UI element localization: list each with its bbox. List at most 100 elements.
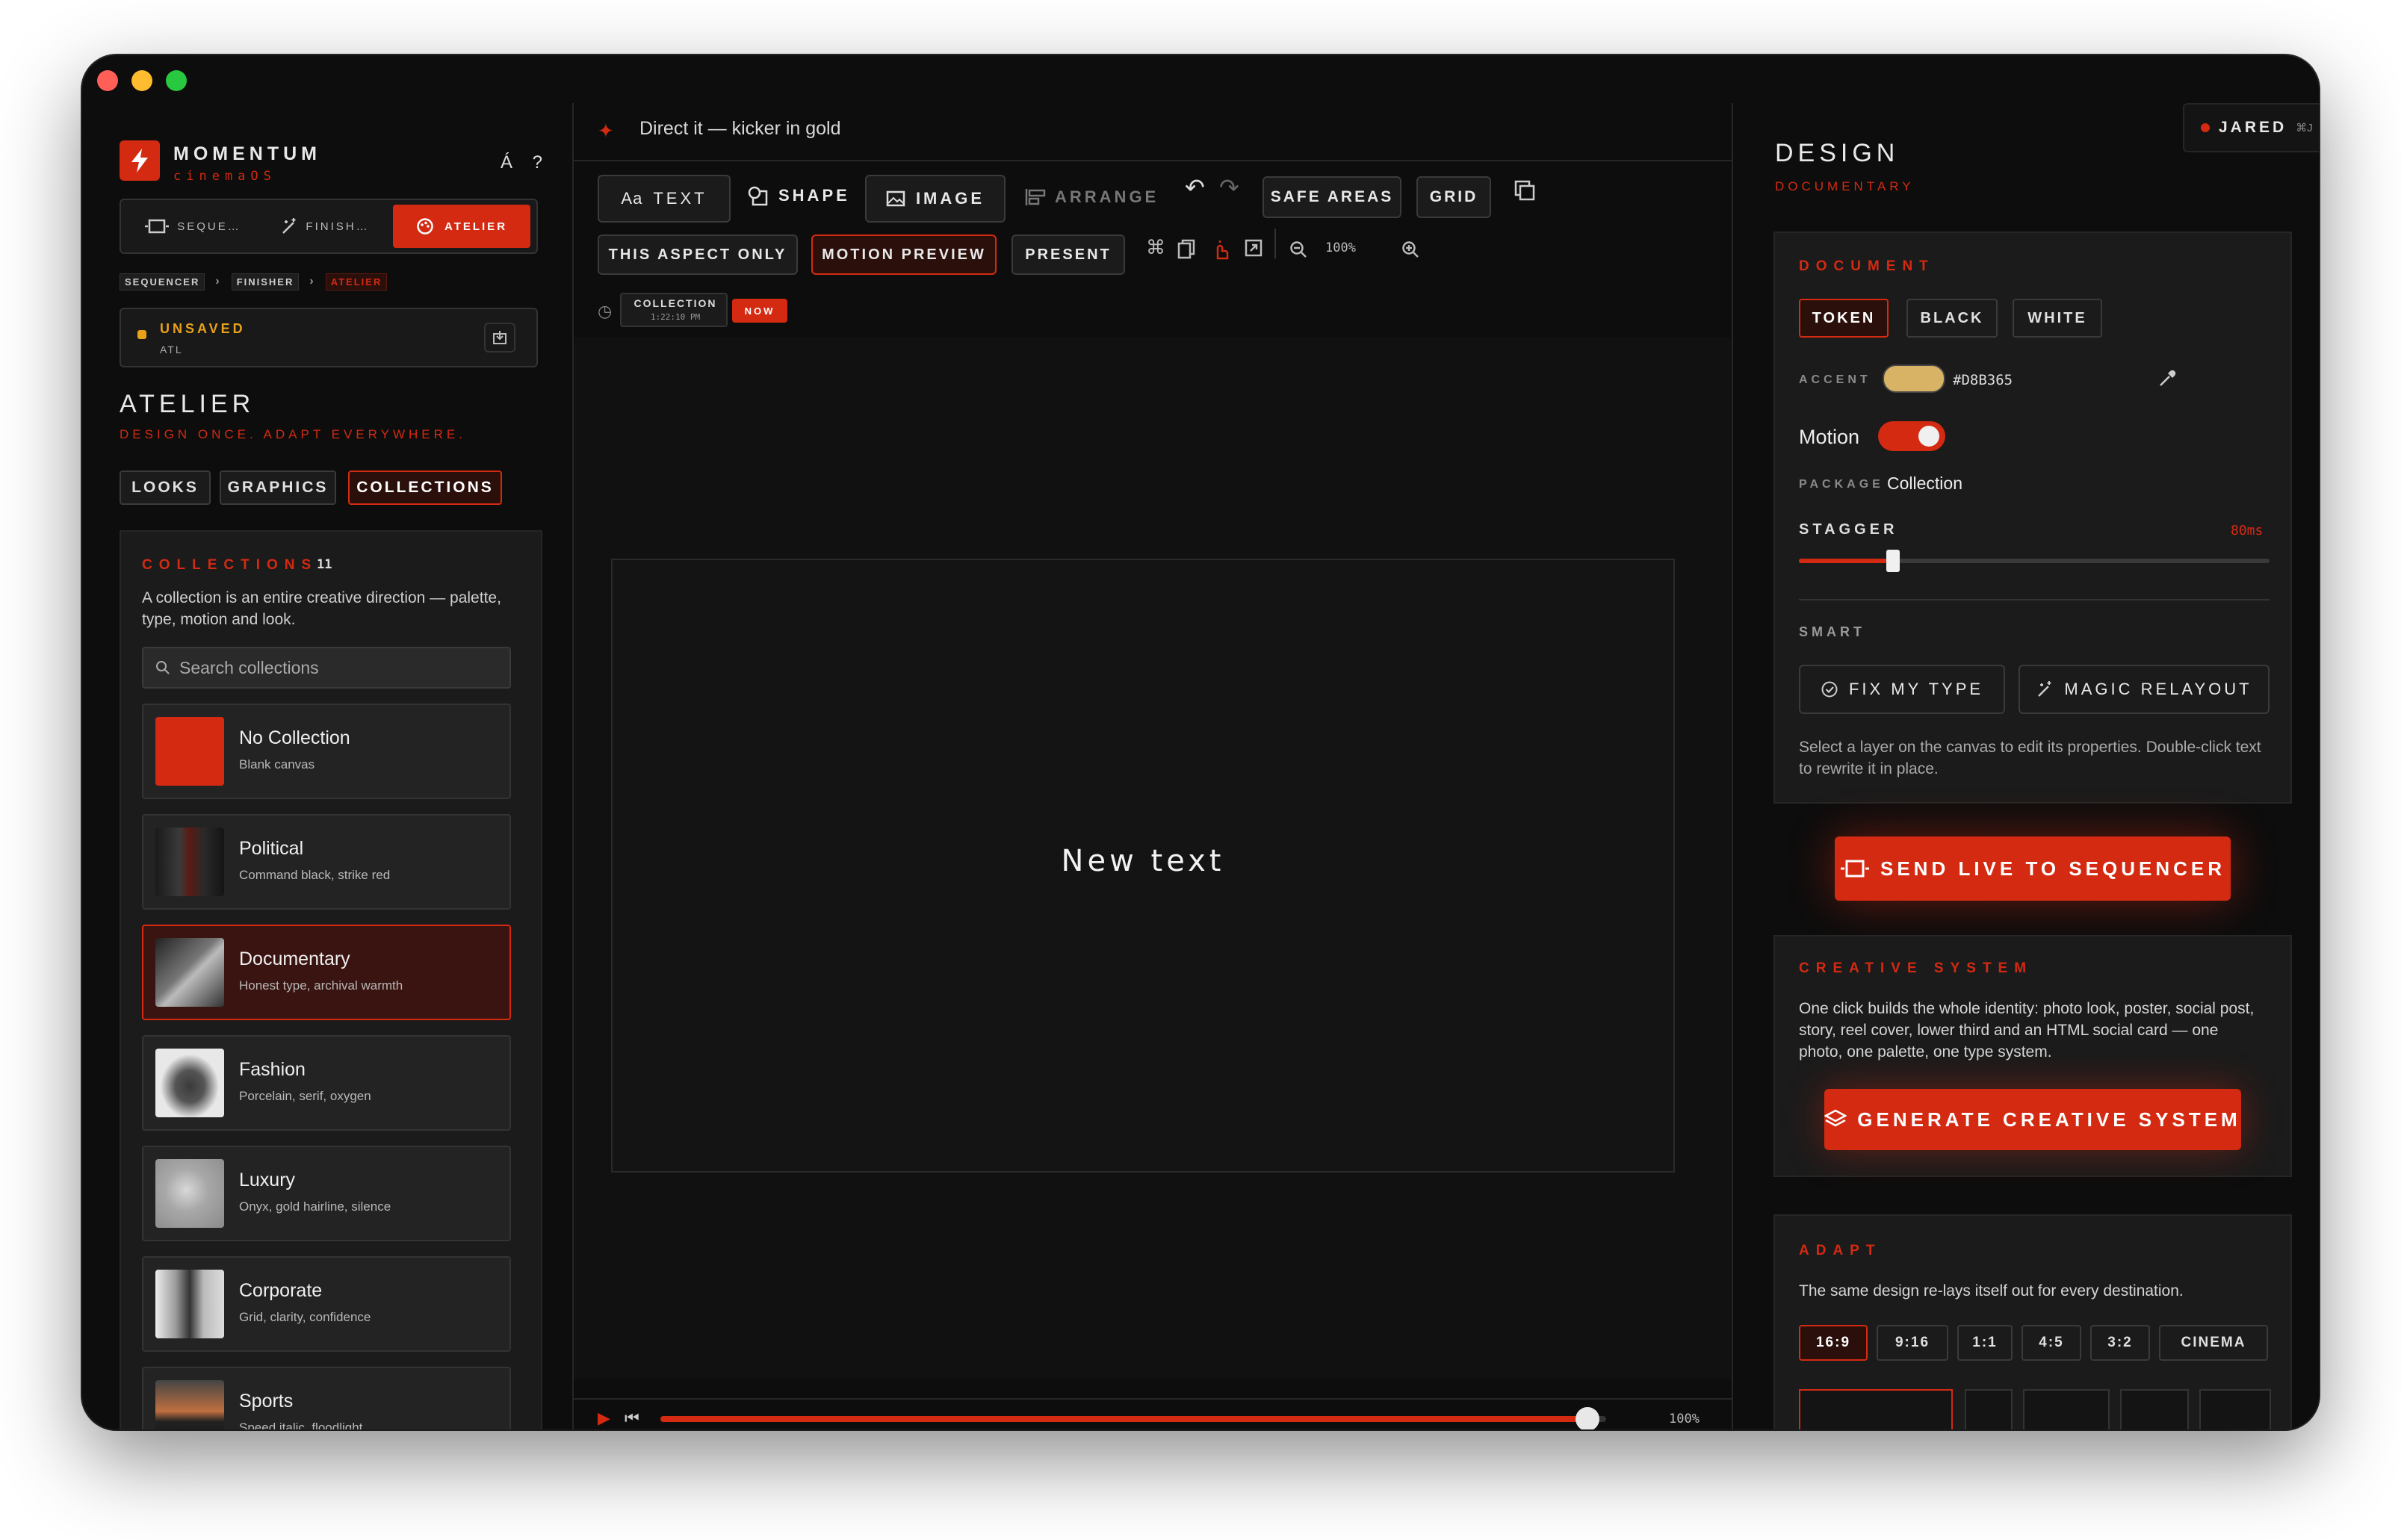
generate-creative-system-button[interactable]: GENERATE CREATIVE SYSTEM	[1824, 1089, 2241, 1150]
help-button[interactable]: Á ?	[501, 152, 550, 173]
mode-label: ATELIER	[444, 220, 508, 233]
magic-relayout-button[interactable]: MAGIC RELAYOUT	[2019, 665, 2270, 714]
playback-track[interactable]	[660, 1407, 1606, 1429]
undo-icon[interactable]: ↶	[1185, 173, 1205, 202]
motion-label: Motion	[1799, 426, 1860, 448]
collection-thumbnail	[155, 717, 224, 786]
user-menu[interactable]: JARED ⌘J	[2183, 103, 2319, 152]
magic-wand-icon	[2036, 680, 2054, 698]
aspect-16-9[interactable]: 16:9	[1799, 1325, 1868, 1361]
stagger-slider[interactable]	[1799, 550, 2270, 572]
add-text-button[interactable]: Aa TEXT	[598, 175, 731, 223]
mode-finisher[interactable]: FINISH…	[263, 206, 387, 246]
tab-looks[interactable]: LOOKS	[120, 471, 211, 505]
breadcrumb-sequencer[interactable]: SEQUENCER	[120, 273, 205, 291]
minimize-window-button[interactable]	[131, 70, 152, 91]
present-button[interactable]: PRESENT	[1011, 235, 1125, 275]
text-icon: Aa	[621, 189, 643, 208]
unsaved-dot	[137, 330, 146, 339]
aspect-1-1[interactable]: 1:1	[1957, 1325, 2013, 1361]
this-aspect-only-button[interactable]: THIS ASPECT ONLY	[598, 235, 798, 275]
redo-icon[interactable]: ↷	[1219, 173, 1239, 202]
play-icon[interactable]: ▶	[598, 1409, 610, 1428]
artboard[interactable]: New text	[611, 559, 1675, 1173]
safe-areas-button[interactable]: SAFE AREAS	[1263, 176, 1401, 218]
stagger-handle[interactable]	[1886, 550, 1900, 572]
palette-icon	[416, 217, 434, 235]
zoom-out-icon[interactable]	[1289, 240, 1307, 258]
aspect-3-2[interactable]: 3:2	[2090, 1325, 2150, 1361]
adapt-preview-1-1[interactable]	[2023, 1389, 2110, 1429]
collection-card-political[interactable]: Political Command black, strike red	[142, 814, 511, 910]
save-status: UNSAVED ATL	[120, 308, 538, 367]
history-time: 1:22:10 PM	[650, 312, 701, 322]
aspect-cinema[interactable]: CINEMA	[2159, 1325, 2268, 1361]
stagger-value: 80ms	[2231, 523, 2264, 538]
adapt-preview-4-5[interactable]	[2120, 1389, 2189, 1429]
collection-subtitle: Porcelain, serif, oxygen	[239, 1089, 371, 1103]
collection-card-fashion[interactable]: Fashion Porcelain, serif, oxygen	[142, 1035, 511, 1131]
export-icon[interactable]	[1245, 239, 1263, 257]
touch-icon[interactable]	[1212, 239, 1230, 260]
image-icon	[886, 190, 905, 207]
collection-card-sports[interactable]: Sports Speed italic, floodlight	[142, 1367, 511, 1429]
mode-sequencer[interactable]: SEQUE…	[127, 206, 258, 246]
search-icon	[155, 660, 170, 675]
collection-title: Fashion	[239, 1059, 306, 1080]
copy-icon[interactable]	[1177, 239, 1195, 260]
package-value: Collection	[1887, 474, 1962, 493]
chevron-right-icon: ›	[215, 275, 221, 288]
zoom-in-icon[interactable]	[1401, 240, 1419, 258]
collection-card-luxury[interactable]: Luxury Onyx, gold hairline, silence	[142, 1146, 511, 1241]
adapt-preview-9-16[interactable]	[1965, 1389, 2013, 1429]
close-window-button[interactable]	[97, 70, 118, 91]
add-image-button[interactable]: IMAGE	[865, 175, 1006, 223]
document-mode-black[interactable]: BLACK	[1906, 299, 1998, 338]
aspect-9-16[interactable]: 9:16	[1877, 1325, 1948, 1361]
history-item-collection[interactable]: COLLECTION 1:22:10 PM	[620, 293, 728, 327]
collection-card-no-collection[interactable]: No Collection Blank canvas	[142, 704, 511, 799]
search-placeholder: Search collections	[179, 657, 319, 677]
skip-back-icon[interactable]: ⏮	[625, 1409, 639, 1428]
tab-graphics[interactable]: GRAPHICS	[220, 471, 336, 505]
adapt-preview-16-9[interactable]	[1799, 1389, 1953, 1429]
prompt-input[interactable]: Direct it — kicker in gold	[639, 118, 841, 140]
adapt-description: The same design re-lays itself out for e…	[1799, 1282, 2184, 1300]
layers-icon[interactable]	[1514, 179, 1536, 202]
command-icon[interactable]: ⌘	[1146, 236, 1165, 259]
user-status-dot	[2201, 123, 2210, 132]
add-shape-button[interactable]: SHAPE	[747, 176, 850, 215]
button-label: TEXT	[653, 189, 707, 208]
collection-thumbnail	[155, 1049, 224, 1117]
motion-toggle[interactable]	[1878, 421, 1945, 451]
divider	[1274, 229, 1276, 258]
arrange-button[interactable]: ARRANGE	[1025, 178, 1159, 217]
playback-scrubber[interactable]	[1575, 1407, 1599, 1429]
send-live-to-sequencer-button[interactable]: SEND LIVE TO SEQUENCER	[1835, 836, 2231, 901]
tab-collections[interactable]: COLLECTIONS	[348, 471, 502, 505]
breadcrumb-atelier: ATELIER	[325, 273, 388, 291]
search-input[interactable]: Search collections	[142, 647, 511, 689]
history-now-badge[interactable]: NOW	[732, 299, 787, 323]
save-button[interactable]	[484, 323, 515, 353]
accent-color-swatch[interactable]	[1883, 364, 1945, 393]
aspect-4-5[interactable]: 4:5	[2022, 1325, 2081, 1361]
motion-preview-button[interactable]: MOTION PREVIEW	[811, 235, 997, 275]
magic-wand-icon	[280, 217, 298, 235]
document-mode-token[interactable]: TOKEN	[1799, 299, 1889, 338]
zoom-window-button[interactable]	[166, 70, 187, 91]
collection-card-corporate[interactable]: Corporate Grid, clarity, confidence	[142, 1256, 511, 1352]
collection-subtitle: Command black, strike red	[239, 868, 391, 882]
playback-progress	[660, 1416, 1587, 1422]
fix-my-type-button[interactable]: FIX MY TYPE	[1799, 665, 2005, 714]
canvas-text-layer[interactable]: New text	[613, 844, 1673, 878]
eyedropper-icon[interactable]	[2157, 369, 2177, 388]
creative-system-caption: CREATIVE SYSTEM	[1799, 960, 2033, 976]
breadcrumb-finisher[interactable]: FINISHER	[231, 273, 300, 291]
accent-hex[interactable]: #D8B365	[1953, 372, 2013, 388]
mode-atelier[interactable]: ATELIER	[393, 205, 530, 248]
grid-button[interactable]: GRID	[1416, 176, 1491, 218]
document-mode-white[interactable]: WHITE	[2013, 299, 2102, 338]
collection-card-documentary[interactable]: Documentary Honest type, archival warmth	[142, 925, 511, 1020]
adapt-preview-3-2[interactable]	[2199, 1389, 2271, 1429]
